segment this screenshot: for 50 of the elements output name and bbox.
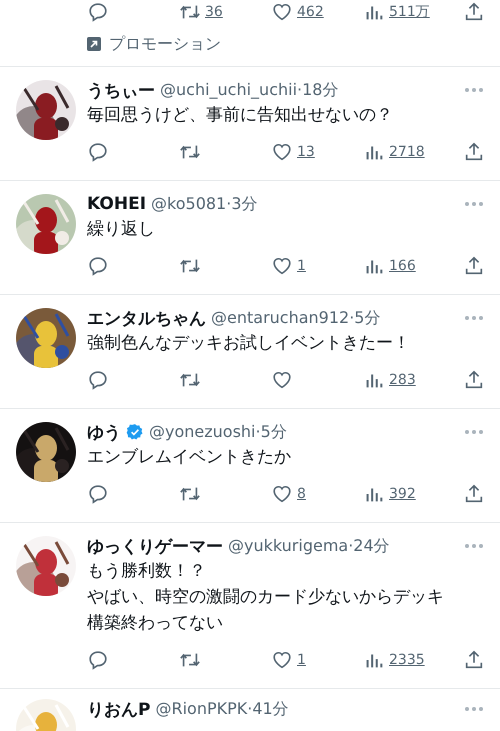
user-name[interactable]: ゆう (87, 420, 121, 444)
count-link[interactable]: 462 (297, 4, 324, 20)
count-link[interactable]: 511万 (389, 3, 430, 21)
heart-icon[interactable] (271, 369, 293, 391)
user-name[interactable]: ゆっくりゲーマー (87, 534, 223, 558)
handle-and-time: @yonezuoshi·5分 (149, 422, 287, 442)
tweet-text: やばい、時空の激闘のカード少ないからデッキ構築終わってない (87, 586, 445, 635)
tweet-text: もう勝利数！？ (87, 560, 207, 583)
user-name[interactable]: りおんP (87, 698, 150, 720)
reply-icon[interactable] (87, 369, 109, 391)
heart-icon[interactable] (271, 255, 293, 277)
share-icon[interactable] (463, 483, 485, 505)
count-link[interactable]: 1 (297, 258, 306, 274)
heart-icon[interactable] (271, 483, 293, 505)
count-link[interactable]: 1 (297, 652, 306, 668)
count-link[interactable]: 283 (389, 372, 416, 388)
user-name[interactable]: エンタルちゃん (87, 306, 206, 330)
tweet-text: エンブレムイベントきたか (87, 446, 292, 469)
promoted-label: プロモーション (109, 34, 221, 54)
reply-icon[interactable] (87, 255, 109, 277)
count-link[interactable]: 392 (389, 486, 416, 502)
reply-icon[interactable] (87, 141, 109, 163)
user-name[interactable]: KOHEI (87, 194, 146, 214)
heart-icon[interactable] (271, 1, 293, 23)
heart-icon[interactable] (271, 141, 293, 163)
count-link[interactable]: 36 (205, 4, 223, 20)
handle-and-time: @yukkurigema·24分 (228, 536, 390, 556)
tweet-text: 繰り返し (87, 218, 156, 241)
heart-icon[interactable] (271, 649, 293, 671)
user-name[interactable]: うちぃー (87, 78, 155, 102)
share-icon[interactable] (463, 255, 485, 277)
handle-and-time: @RionPKPK·41分 (155, 698, 289, 720)
reply-icon[interactable] (87, 649, 109, 671)
share-icon[interactable] (463, 649, 485, 671)
reply-icon[interactable] (87, 1, 109, 23)
count-link[interactable]: 2335 (389, 652, 425, 668)
tweet-text: 毎回思うけど、事前に告知出せないの？ (87, 104, 394, 127)
share-icon[interactable] (463, 1, 485, 23)
handle-and-time: @entaruchan912·5分 (211, 308, 380, 328)
count-link[interactable]: 8 (297, 486, 306, 502)
promoted-icon (87, 37, 101, 51)
share-icon[interactable] (463, 369, 485, 391)
tweet-text: 強制色んなデッキお試しイベントきたー！ (87, 332, 411, 355)
reply-icon[interactable] (87, 483, 109, 505)
count-link[interactable]: 2718 (389, 144, 425, 160)
count-link[interactable]: 166 (389, 258, 416, 274)
count-link[interactable]: 13 (297, 144, 315, 160)
handle-and-time: @uchi_uchi_uchii·18分 (160, 80, 338, 100)
share-icon[interactable] (463, 141, 485, 163)
handle-and-time: @ko5081·3分 (151, 194, 258, 214)
